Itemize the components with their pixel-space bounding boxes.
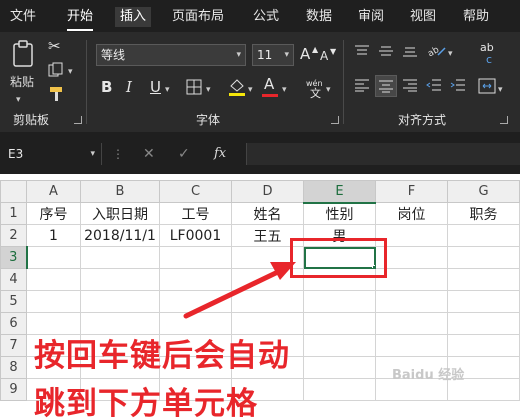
annotation-line-2: 跳到下方单元格 (34, 386, 258, 418)
annotation-line-1: 按回车键后会自动 (34, 338, 290, 374)
watermark: Baidu 经验 (392, 368, 465, 383)
